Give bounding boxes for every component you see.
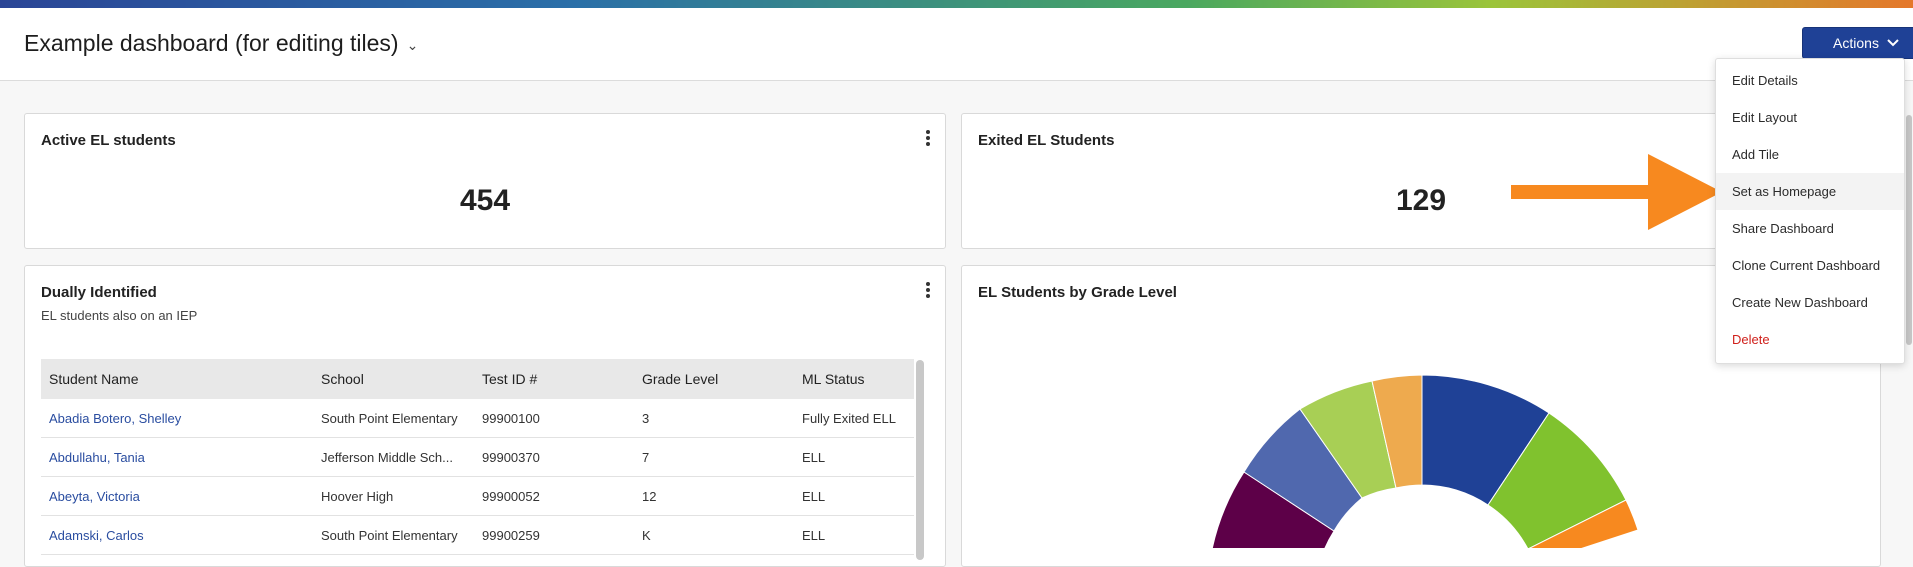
top-accent-bar [0, 0, 1913, 8]
grade-cell: 3 [634, 399, 794, 438]
column-header[interactable]: School [313, 359, 474, 399]
table-row: Abadia Botero, Shelley South Point Eleme… [41, 399, 914, 438]
table-header-row: Student Name School Test ID # Grade Leve… [41, 359, 914, 399]
ml-status-cell: Fully Exited ELL [794, 399, 914, 438]
school-cell: South Point Elementary [313, 515, 474, 555]
test-id-cell: 99900370 [474, 437, 634, 477]
dashboard-title: Example dashboard (for editing tiles) [24, 30, 399, 56]
actions-button[interactable]: Actions [1802, 27, 1913, 59]
menu-item-edit-details[interactable]: Edit Details [1716, 62, 1904, 99]
student-name-link[interactable]: Abadia Botero, Shelley [49, 411, 181, 426]
tile-dually-identified: Dually Identified EL students also on an… [24, 265, 946, 567]
dashboard-header: Example dashboard (for editing tiles) ⌄ … [0, 8, 1913, 81]
tile-title: Dually Identified [41, 284, 157, 301]
school-cell: South Point Elementary [313, 399, 474, 438]
grade-cell: 12 [634, 476, 794, 516]
ml-status-cell: ELL [794, 476, 914, 516]
school-cell: Hoover High [313, 476, 474, 516]
tile-active-el-students: Active EL students 454 [24, 113, 946, 249]
student-name-link[interactable]: Adamski, Carlos [49, 528, 144, 543]
ml-status-cell: ELL [794, 515, 914, 555]
column-header[interactable]: Student Name [41, 359, 313, 399]
test-id-cell: 99900259 [474, 515, 634, 555]
menu-item-add-tile[interactable]: Add Tile [1716, 136, 1904, 173]
test-id-cell: 99900100 [474, 399, 634, 438]
actions-label: Actions [1833, 35, 1879, 51]
grade-cell: 7 [634, 437, 794, 477]
tile-title: Active EL students [41, 132, 176, 149]
students-table: Student Name School Test ID # Grade Leve… [41, 359, 914, 559]
chevron-down-icon [1887, 39, 1899, 47]
menu-item-set-as-homepage[interactable]: Set as Homepage [1716, 173, 1904, 210]
metric-value: 454 [459, 184, 511, 217]
menu-item-clone-dashboard[interactable]: Clone Current Dashboard [1716, 247, 1904, 284]
school-cell: Jefferson Middle Sch... [313, 437, 474, 477]
column-header[interactable]: Test ID # [474, 359, 634, 399]
orange-arrow-annotation [1511, 154, 1720, 230]
table-row: Abdullahu, Tania Jefferson Middle Sch...… [41, 437, 914, 477]
dashboard-title-dropdown[interactable]: Example dashboard (for editing tiles) ⌄ [24, 30, 418, 57]
menu-item-edit-layout[interactable]: Edit Layout [1716, 99, 1904, 136]
page-scrollbar[interactable] [1906, 115, 1912, 345]
actions-dropdown-menu: Edit Details Edit Layout Add Tile Set as… [1715, 58, 1905, 364]
menu-item-delete[interactable]: Delete [1716, 321, 1904, 358]
student-name-link[interactable]: Abeyta, Victoria [49, 489, 140, 504]
column-header[interactable]: Grade Level [634, 359, 794, 399]
column-header[interactable]: ML Status [794, 359, 914, 399]
ml-status-cell: ELL [794, 437, 914, 477]
tile-title: Exited EL Students [978, 132, 1115, 149]
student-name-link[interactable]: Abdullahu, Tania [49, 450, 145, 465]
more-vertical-icon[interactable] [920, 128, 936, 148]
more-vertical-icon[interactable] [920, 280, 936, 300]
table-scrollbar[interactable] [916, 360, 924, 560]
menu-item-create-dashboard[interactable]: Create New Dashboard [1716, 284, 1904, 321]
table-row: Adamski, Carlos South Point Elementary 9… [41, 515, 914, 555]
tile-subtitle: EL students also on an IEP [41, 308, 198, 323]
table-row: Abeyta, Victoria Hoover High 99900052 12… [41, 476, 914, 516]
menu-item-share-dashboard[interactable]: Share Dashboard [1716, 210, 1904, 247]
grade-cell: K [634, 515, 794, 555]
chevron-down-icon: ⌄ [406, 37, 419, 53]
test-id-cell: 99900052 [474, 476, 634, 516]
